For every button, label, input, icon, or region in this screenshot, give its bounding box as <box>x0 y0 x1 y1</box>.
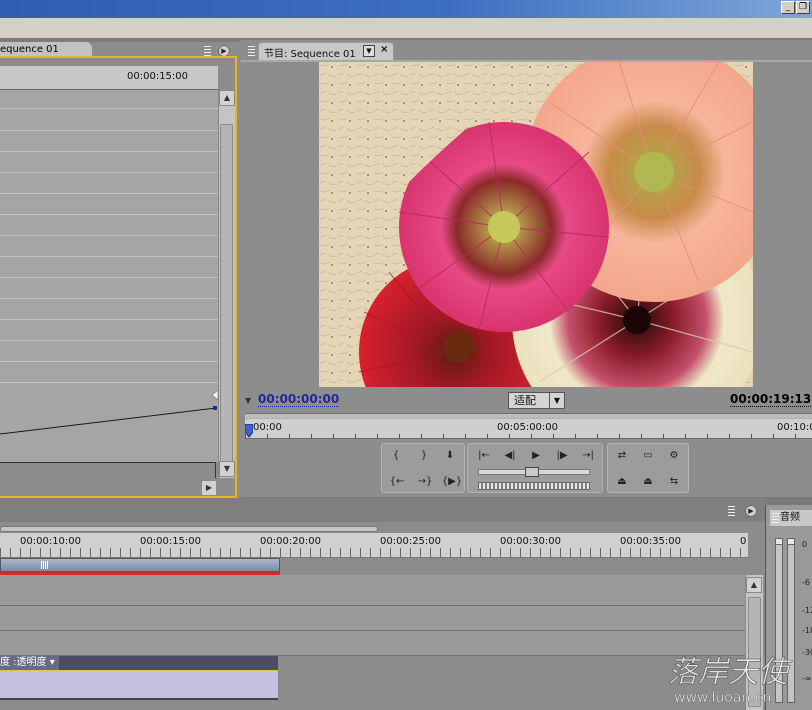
close-icon[interactable]: × <box>380 44 388 55</box>
go-out-icon[interactable]: →} <box>414 474 436 490</box>
effect-footer <box>0 462 216 478</box>
timecode-marker-icon[interactable]: ▼ <box>245 396 251 405</box>
zoom-select-value: 适配 <box>514 394 536 407</box>
set-in-icon[interactable]: { <box>388 448 404 464</box>
step-forward-icon[interactable]: |▶ <box>554 448 570 464</box>
scroll-up-icon[interactable]: ▲ <box>219 90 235 106</box>
flower-image <box>319 62 753 387</box>
tab-program-monitor[interactable]: 节目: Sequence 01 ▼ × <box>258 42 394 60</box>
effect-controls-scrollbar[interactable]: ▲ ▼ <box>218 90 235 478</box>
timeline-zoom-bar[interactable] <box>0 526 378 532</box>
playhead-icon[interactable] <box>244 423 254 438</box>
ruler-label: 0 <box>740 536 747 547</box>
shuttle-slider[interactable] <box>478 467 590 477</box>
zoom-select[interactable]: 适配 ▼ <box>508 392 565 409</box>
tab-dropdown-icon[interactable]: ▼ <box>363 45 375 57</box>
minimize-button[interactable]: _ <box>781 1 795 14</box>
set-marker-icon[interactable]: ⬇ <box>442 448 458 464</box>
ruler-label: 00:00:35:00 <box>620 536 682 547</box>
transport-controls: { } ⬇ {← →} {▶} |← ◀| ▶ |▶ →| ⇄ ▭ ⚙ ⏏ ⏏ … <box>381 443 689 493</box>
timeline-track[interactable] <box>0 606 745 631</box>
go-in-icon[interactable]: {← <box>386 474 408 490</box>
video-clip[interactable] <box>0 670 278 700</box>
chevron-down-icon[interactable]: ▼ <box>549 393 564 408</box>
timeline-ruler[interactable]: 00:00:10:00 00:00:15:00 00:00:20:00 00:0… <box>0 533 748 558</box>
ruler-label: 00:00 <box>253 422 282 433</box>
work-area-grip-icon[interactable] <box>41 561 49 569</box>
play-icon[interactable]: ▶ <box>528 448 544 464</box>
expand-icon[interactable]: ▶ <box>201 480 217 496</box>
ruler-label: 00:00:20:00 <box>260 536 322 547</box>
output-icon[interactable]: ⚙ <box>666 448 682 464</box>
program-video-preview <box>319 62 753 387</box>
timeline-track[interactable] <box>0 575 745 606</box>
work-area-bar[interactable] <box>0 558 280 572</box>
ruler-label: 00:00:30:00 <box>500 536 562 547</box>
clip-indicator <box>788 539 794 545</box>
current-timecode[interactable]: 00:00:00:00 <box>258 392 340 407</box>
timeline-track[interactable] <box>0 631 745 656</box>
panel-grip-icon[interactable] <box>772 513 779 523</box>
panel-grip-icon[interactable] <box>248 46 255 56</box>
scroll-up-icon[interactable]: ▲ <box>746 577 762 593</box>
ruler-ticks <box>0 548 748 557</box>
step-back-icon[interactable]: ◀| <box>502 448 518 464</box>
panel-grip-icon[interactable] <box>204 46 211 56</box>
shuttle-handle[interactable] <box>525 467 539 477</box>
effect-controls-ruler[interactable]: 00:00:15:00 <box>0 66 218 90</box>
duration-timecode: 00:00:19:13 <box>730 392 812 407</box>
panel-grip-icon[interactable] <box>728 506 735 516</box>
program-tab-label: 节目: Sequence 01 <box>264 49 356 60</box>
meter-scale-label: 0 <box>802 540 808 549</box>
meter-scale-label: -18 <box>802 626 812 635</box>
lift-icon[interactable]: ⏏ <box>614 474 630 490</box>
watermark-logo: 落岸天使 www.luoan.cn <box>640 640 810 708</box>
watermark-graphic: 落岸天使 www.luoan.cn <box>668 655 794 707</box>
set-out-icon[interactable]: } <box>416 448 432 464</box>
ruler-label: 00:05:00:00 <box>497 422 559 433</box>
menu-bar <box>0 18 812 38</box>
keyframe-graph[interactable] <box>0 90 218 463</box>
marker-controls-group: { } ⬇ {← →} {▶} <box>381 443 465 493</box>
ruler-label: 00:00:10:00 <box>20 536 82 547</box>
monitor-time-ruler[interactable]: 00:00 00:05:00:00 00:10:0 <box>245 418 812 439</box>
edit-controls-group: ⇄ ▭ ⚙ ⏏ ⏏ ⇆ <box>607 443 689 493</box>
opacity-graph-line <box>0 389 218 435</box>
clip-indicator <box>776 539 782 545</box>
app-title-bar: _ ❐ <box>0 0 812 18</box>
panel-menu-icon[interactable]: ▶ <box>745 505 757 517</box>
scroll-thumb[interactable] <box>220 124 233 464</box>
go-to-in-icon[interactable]: |← <box>476 448 492 464</box>
timeline-header: ▶ <box>0 498 765 522</box>
ruler-label: 00:00:15:00 <box>140 536 202 547</box>
meter-scale-label: -6 <box>802 578 810 587</box>
ruler-label: 00:10:0 <box>777 422 812 433</box>
clip-effect-label[interactable]: 度 :透明度 ▾ <box>0 656 59 670</box>
svg-text:www.luoan.cn: www.luoan.cn <box>674 690 771 706</box>
ruler-ticks <box>245 434 812 439</box>
ruler-timecode: 00:00:15:00 <box>127 71 189 82</box>
ruler-label: 00:00:25:00 <box>380 536 442 547</box>
safe-margins-icon[interactable]: ▭ <box>640 448 656 464</box>
clip-header[interactable]: 度 :透明度 ▾ <box>0 656 278 670</box>
trim-icon[interactable]: ⇆ <box>666 474 682 490</box>
play-in-out-icon[interactable]: {▶} <box>440 474 464 490</box>
audio-tab-label: 音频 <box>780 512 800 523</box>
meter-scale-label: -12 <box>802 606 812 615</box>
extract-icon[interactable]: ⏏ <box>640 474 656 490</box>
jog-wheel[interactable] <box>478 482 590 490</box>
restore-button[interactable]: ❐ <box>796 1 810 14</box>
go-to-out-icon[interactable]: →| <box>580 448 596 464</box>
scroll-down-icon[interactable]: ▼ <box>219 461 235 477</box>
loop-icon[interactable]: ⇄ <box>614 448 630 464</box>
svg-text:落岸天使: 落岸天使 <box>668 655 793 690</box>
